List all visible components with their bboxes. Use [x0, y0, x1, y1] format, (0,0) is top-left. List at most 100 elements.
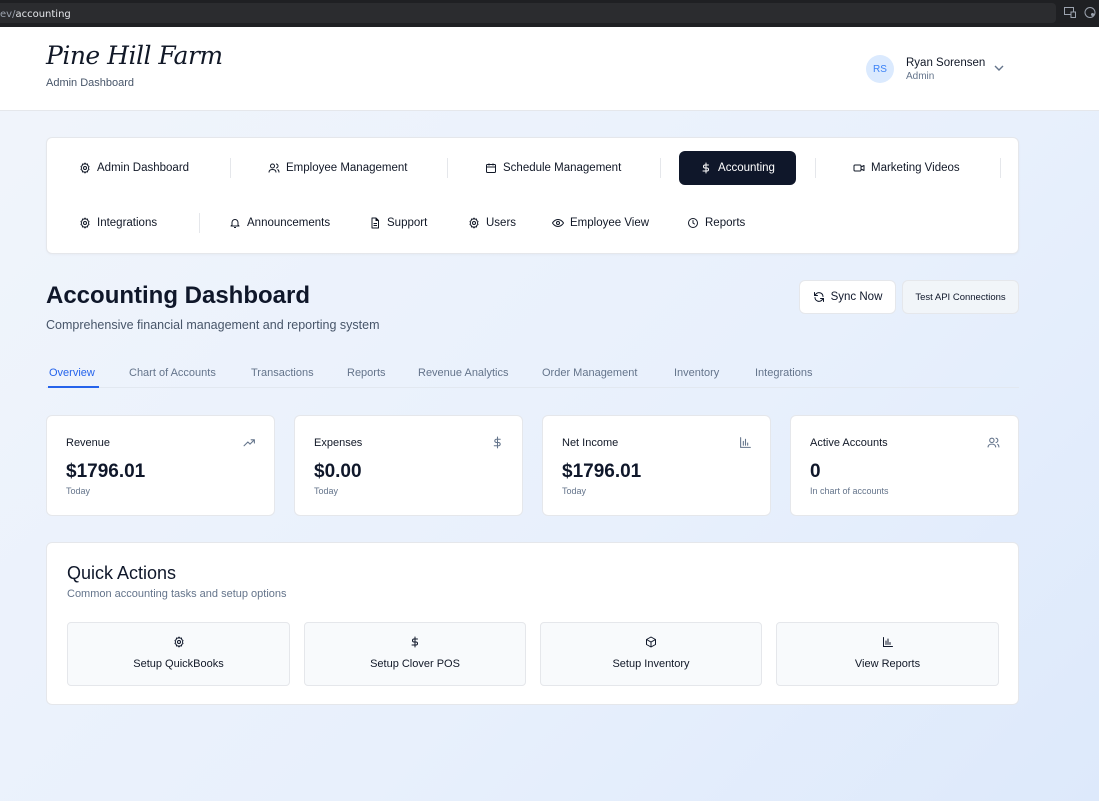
action-label: Setup QuickBooks [133, 658, 224, 670]
stat-card-expenses: Expenses $0.00 Today [294, 415, 523, 516]
page-description: Comprehensive financial management and r… [46, 318, 380, 332]
nav-integrations[interactable]: Integrations [69, 206, 167, 240]
tab-reports[interactable]: Reports [347, 367, 386, 379]
tab-integrations[interactable]: Integrations [755, 367, 812, 379]
user-name: Ryan Sorensen [906, 56, 986, 69]
stat-sub: Today [314, 486, 339, 496]
nav-schedule-management[interactable]: Schedule Management [475, 151, 631, 185]
nav-employee-view[interactable]: Employee View [542, 206, 659, 240]
header-subtitle: Admin Dashboard [46, 77, 135, 89]
action-label: Setup Inventory [612, 658, 690, 670]
action-label: View Reports [854, 658, 921, 670]
stat-label: Net Income [562, 437, 619, 449]
eye-icon [552, 217, 564, 229]
nav-divider [230, 158, 231, 178]
nav-label: Employee Management [286, 162, 408, 174]
nav-label: Users [486, 217, 517, 229]
calendar-icon [485, 162, 497, 174]
setup-inventory-button[interactable]: Setup Inventory [540, 622, 762, 686]
stat-card-net-income: Net Income $1796.01 Today [542, 415, 771, 516]
refresh-icon [813, 291, 825, 303]
cast-icon[interactable] [1064, 7, 1076, 18]
avatar: RS [866, 55, 894, 83]
tab-inventory[interactable]: Inventory [674, 367, 719, 379]
sync-label: Sync Now [830, 291, 883, 303]
nav-divider [660, 158, 661, 178]
nav-divider [447, 158, 448, 178]
url-text: ev/accounting [0, 9, 71, 20]
nav-label: Support [387, 217, 428, 229]
nav-support[interactable]: Support [359, 206, 437, 240]
document-icon [369, 217, 381, 229]
stat-value: $1796.01 [66, 461, 146, 482]
users-icon [987, 436, 1000, 449]
dollar-icon [700, 162, 712, 174]
active-tab-indicator [48, 386, 99, 388]
address-field[interactable]: ev/accounting [0, 3, 1056, 23]
test-api-connections-button[interactable]: Test API Connections [902, 280, 1019, 314]
sync-now-button[interactable]: Sync Now [799, 280, 896, 314]
gear-icon [173, 636, 185, 648]
nav-marketing-videos[interactable]: Marketing Videos [843, 151, 970, 185]
nav-employee-management[interactable]: Employee Management [258, 151, 417, 185]
test-api-label: Test API Connections [915, 291, 1006, 303]
palette-icon[interactable] [1084, 7, 1096, 18]
dollar-icon [409, 636, 421, 648]
stat-sub: Today [66, 486, 91, 496]
tab-chart-of-accounts[interactable]: Chart of Accounts [129, 367, 216, 379]
nav-users[interactable]: Users [458, 206, 526, 240]
bar-chart-icon [739, 436, 752, 449]
tab-order-management[interactable]: Order Management [542, 367, 637, 379]
nav-accounting[interactable]: Accounting [679, 151, 796, 185]
nav-label: Integrations [97, 217, 158, 229]
nav-admin-dashboard[interactable]: Admin Dashboard [69, 151, 199, 185]
nav-label: Marketing Videos [871, 162, 960, 174]
stat-sub: In chart of accounts [810, 486, 889, 496]
clock-icon [687, 217, 699, 229]
stat-value: 0 [810, 461, 821, 482]
video-icon [853, 162, 865, 174]
gear-icon [79, 162, 91, 174]
tab-overview[interactable]: Overview [49, 367, 95, 379]
nav-divider [815, 158, 816, 178]
stat-value: $0.00 [314, 461, 362, 482]
nav-reports[interactable]: Reports [677, 206, 755, 240]
nav-announcements[interactable]: Announcements [219, 206, 340, 240]
view-reports-button[interactable]: View Reports [776, 622, 999, 686]
nav-label: Schedule Management [503, 162, 622, 174]
bell-icon [229, 217, 241, 229]
stat-sub: Today [562, 486, 587, 496]
stat-label: Active Accounts [810, 437, 888, 449]
quick-actions-description: Common accounting tasks and setup option… [67, 588, 287, 600]
stat-value: $1796.01 [562, 461, 642, 482]
nav-label: Employee View [570, 217, 650, 229]
browser-url-bar: ev/accounting [0, 0, 1099, 27]
brand-logo[interactable]: Pine Hill Farm [46, 41, 223, 70]
nav-label: Accounting [718, 162, 775, 174]
tab-transactions[interactable]: Transactions [251, 367, 314, 379]
stat-label: Expenses [314, 437, 363, 449]
gear-icon [468, 217, 480, 229]
quick-actions-title: Quick Actions [67, 563, 177, 583]
main-nav: Admin Dashboard Employee Management Sche… [46, 137, 1019, 254]
gear-icon [79, 217, 91, 229]
action-label: Setup Clover POS [370, 658, 460, 670]
user-menu[interactable]: RS Ryan Sorensen Admin [866, 55, 985, 83]
user-role: Admin [906, 70, 935, 82]
dollar-icon [491, 436, 504, 449]
nav-divider [199, 213, 200, 233]
setup-quickbooks-button[interactable]: Setup QuickBooks [67, 622, 290, 686]
package-icon [645, 636, 657, 648]
setup-clover-pos-button[interactable]: Setup Clover POS [304, 622, 526, 686]
tab-revenue-analytics[interactable]: Revenue Analytics [418, 367, 509, 379]
nav-label: Announcements [247, 217, 331, 229]
stat-label: Revenue [66, 437, 111, 449]
stat-card-revenue: Revenue $1796.01 Today [46, 415, 275, 516]
users-icon [268, 162, 280, 174]
accounting-tabs: Overview Chart of Accounts Transactions … [46, 356, 1019, 388]
bar-chart-icon [882, 636, 894, 648]
nav-label: Reports [705, 217, 746, 229]
chevron-down-icon[interactable] [994, 64, 1004, 72]
app-header: Pine Hill Farm Admin Dashboard RS Ryan S… [0, 27, 1099, 111]
quick-actions-card: Quick Actions Common accounting tasks an… [46, 542, 1019, 705]
